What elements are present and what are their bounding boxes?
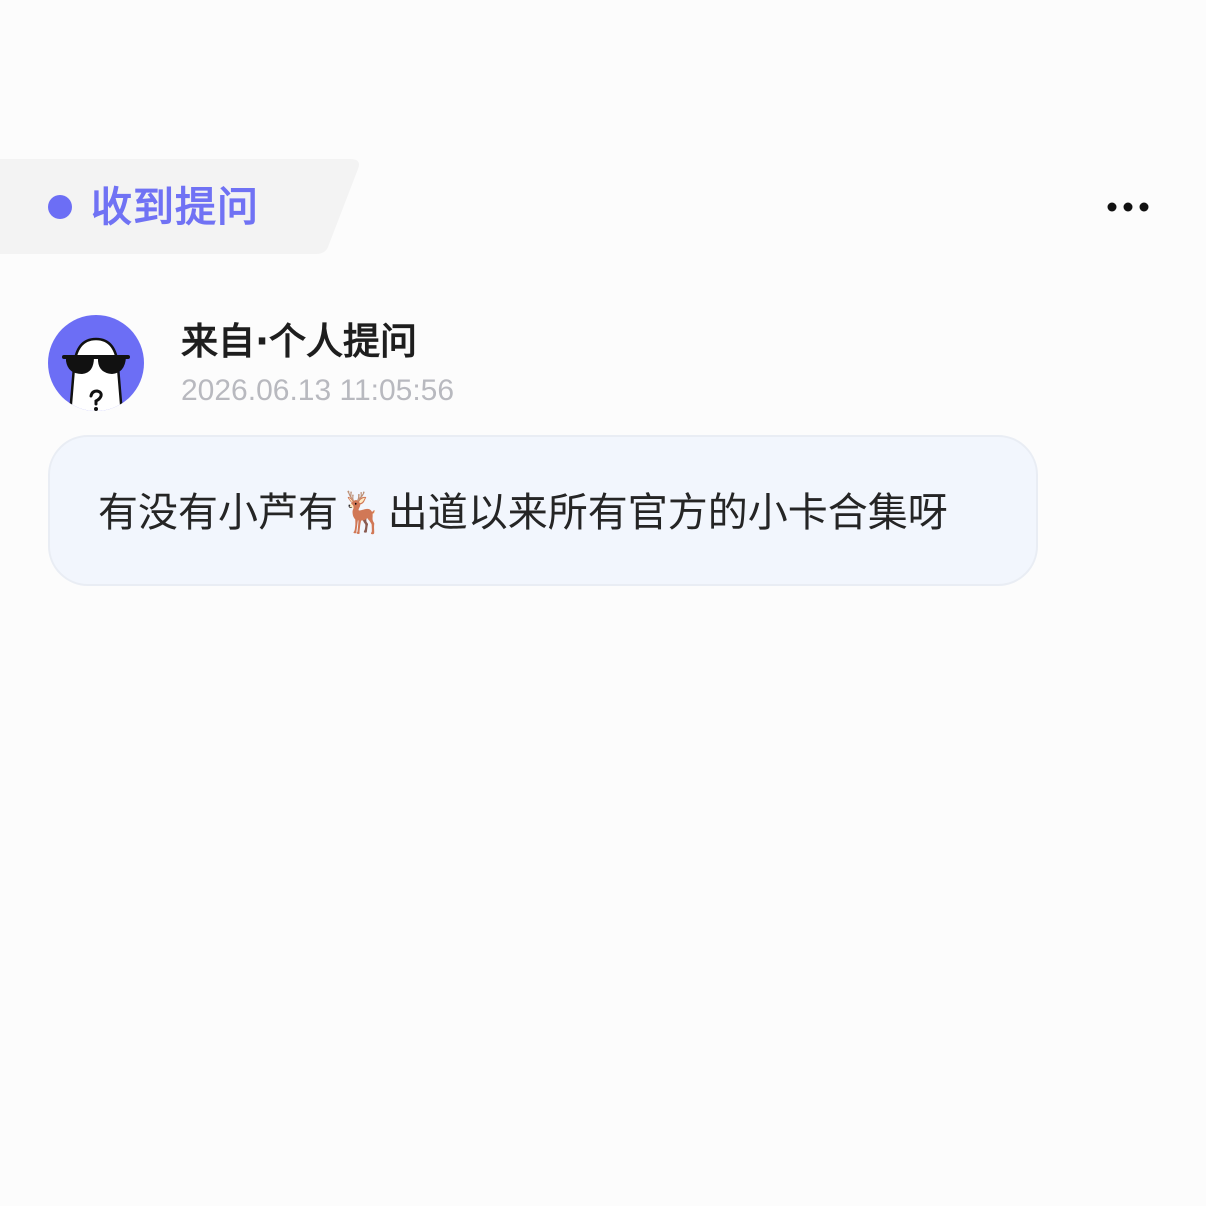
tab-title: 收到提问 [91, 183, 259, 231]
anonymous-sunglasses-avatar-icon [48, 315, 144, 411]
received-question-tab: 收到提问 [0, 159, 362, 254]
avatar [48, 315, 144, 411]
tab-indicator-dot [48, 195, 72, 219]
question-text: 有没有小芦有🦌出道以来所有官方的小卡合集呀 [98, 490, 948, 536]
question-source: 来自·个人提问 [181, 320, 418, 363]
more-horizontal-icon [1107, 202, 1149, 212]
question-timestamp: 2026.06.13 11:05:56 [181, 374, 455, 407]
more-options-button[interactable] [1104, 193, 1152, 221]
question-bubble[interactable]: 有没有小芦有🦌出道以来所有官方的小卡合集呀 [48, 435, 1038, 586]
